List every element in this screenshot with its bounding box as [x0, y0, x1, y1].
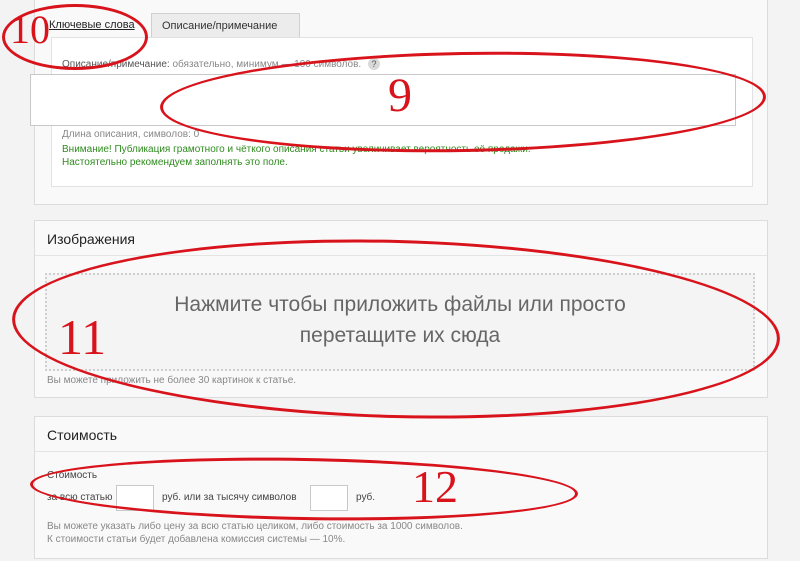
- cost-note: Вы можете указать либо цену за всю стать…: [47, 521, 463, 532]
- images-title: Изображения: [47, 231, 135, 247]
- annotation-number-10: 10: [10, 7, 50, 52]
- description-recommendation: Настоятельно рекомендуем заполнять это п…: [62, 157, 288, 168]
- commission-note: К стоимости статьи будет добавлена комис…: [47, 534, 346, 545]
- description-length: Длина описания, символов: 0: [62, 129, 200, 140]
- divider: [35, 451, 767, 452]
- annotation-number-9: 9: [388, 69, 412, 122]
- annotation-number-12: 12: [412, 461, 458, 512]
- annotation-number-11: 11: [58, 309, 107, 365]
- tab-description[interactable]: Описание/примечание: [151, 13, 300, 38]
- cost-title: Стоимость: [47, 427, 118, 443]
